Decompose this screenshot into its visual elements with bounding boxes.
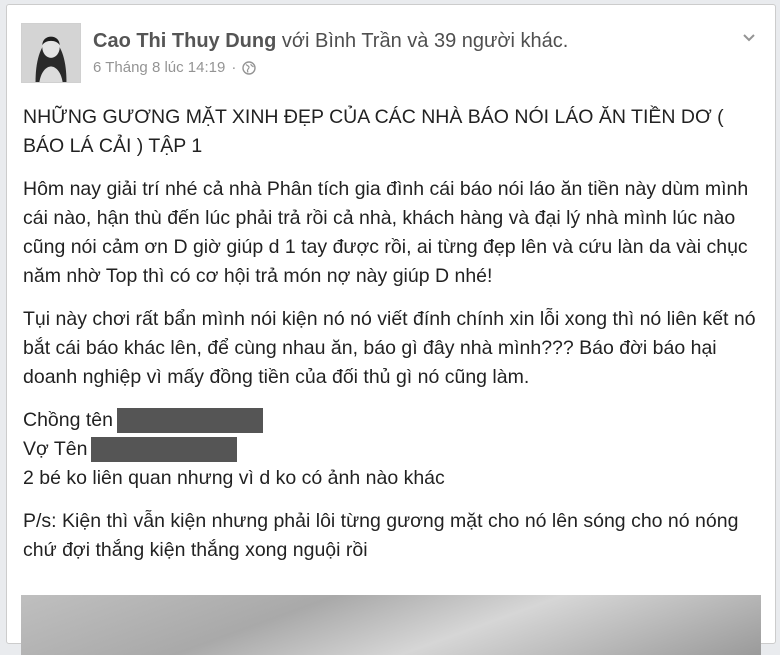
kids-line: 2 bé ko liên quan nhưng vì d ko có ảnh n…	[23, 467, 445, 489]
facebook-post: Cao Thi Thuy Dung với Bình Trần và 39 ng…	[6, 4, 776, 655]
post-header: Cao Thi Thuy Dung với Bình Trần và 39 ng…	[21, 23, 761, 83]
post-photo[interactable]	[21, 595, 761, 655]
author-line: Cao Thi Thuy Dung với Bình Trần và 39 ng…	[93, 29, 568, 53]
post-title-line: NHỮNG GƯƠNG MẶT XINH ĐẸP CỦA CÁC NHÀ BÁO…	[23, 106, 724, 157]
husband-row: Chồng tên	[23, 406, 757, 435]
ps-line: P/s: Kiện thì vẫn kiện nhưng phải lôi từ…	[23, 510, 739, 561]
globe-icon[interactable]	[242, 61, 257, 75]
avatar-photo	[22, 24, 80, 82]
author-name-link[interactable]: Cao Thi Thuy Dung	[93, 30, 276, 52]
redaction-box-husband	[117, 408, 263, 433]
author-avatar[interactable]	[21, 23, 81, 83]
post-timestamp[interactable]: 6 Tháng 8 lúc 14:19	[93, 59, 225, 77]
husband-label: Chồng tên	[23, 409, 113, 431]
chevron-down-icon[interactable]	[739, 27, 759, 47]
post-meta: 6 Tháng 8 lúc 14:19 ·	[93, 59, 257, 77]
redaction-box-wife	[91, 437, 238, 462]
post-paragraph-1: Hôm nay giải trí nhé cả nhà Phân tích gi…	[23, 178, 749, 287]
tagged-people-text[interactable]: với Bình Trần và 39 người khác.	[282, 30, 568, 52]
wife-label: Vợ Tên	[23, 438, 88, 460]
wife-row: Vợ Tên	[23, 435, 757, 464]
post-paragraph-2: Tụi này chơi rất bẩn mình nói kiện nó nó…	[23, 308, 756, 388]
meta-separator: ·	[231, 59, 237, 76]
post-body: NHỮNG GƯƠNG MẶT XINH ĐẸP CỦA CÁC NHÀ BÁO…	[23, 103, 757, 565]
